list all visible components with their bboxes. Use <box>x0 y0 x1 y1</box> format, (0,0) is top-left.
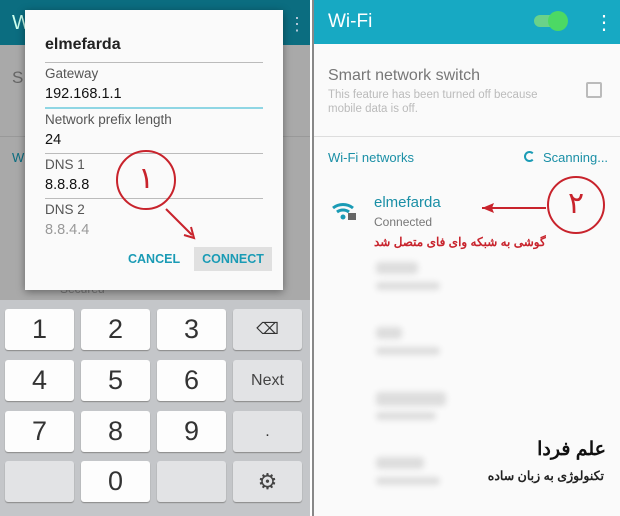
left-screen: W ⋮ S W Secured elmefarda Gateway 192.16… <box>0 0 310 516</box>
dialog-title: elmefarda <box>45 36 121 53</box>
blank-key[interactable] <box>5 461 74 502</box>
bg-item: S <box>12 68 24 87</box>
blurred-network <box>376 282 440 290</box>
dns1-label: DNS 1 <box>45 157 85 172</box>
blurred-network <box>376 327 402 339</box>
more-icon[interactable]: ⋮ <box>288 14 306 35</box>
arrow-icon <box>165 208 196 240</box>
divider <box>314 136 620 137</box>
wifi-header: Wi-Fi ⋮ <box>314 0 620 44</box>
key-5[interactable]: 5 <box>81 360 150 401</box>
watermark-subtitle: تکنولوژی به زبان ساده <box>487 469 604 483</box>
key-7[interactable]: 7 <box>5 411 74 452</box>
section-title: Wi-Fi networks <box>328 150 414 165</box>
blurred-network <box>376 412 436 420</box>
blurred-network <box>376 477 440 485</box>
right-screen: Wi-Fi ⋮ Smart network switch This featur… <box>312 0 620 516</box>
connect-button[interactable]: CONNECT <box>194 247 272 271</box>
backspace-icon: ⌫ <box>256 321 279 338</box>
numeric-keyboard: 1 2 3 ⌫ 4 5 6 Next 7 8 9 . 0 ⚙ <box>0 300 310 516</box>
key-0[interactable]: 0 <box>81 461 150 502</box>
dot-key[interactable]: . <box>233 411 302 452</box>
blurred-network <box>376 457 424 469</box>
wifi-lock-icon <box>332 203 356 220</box>
key-6[interactable]: 6 <box>157 360 226 401</box>
smart-switch-title: Smart network switch <box>328 67 481 84</box>
network-status: Connected <box>374 215 433 229</box>
gateway-label: Gateway <box>45 66 99 81</box>
header-title: Wi-Fi <box>328 11 373 32</box>
step-1-marker: ١ <box>116 150 176 210</box>
prefix-input[interactable]: 24 <box>45 132 61 148</box>
key-8[interactable]: 8 <box>81 411 150 452</box>
focus-underline <box>45 107 263 109</box>
key-2[interactable]: 2 <box>81 309 150 350</box>
dns2-input[interactable]: 8.8.4.4 <box>45 222 89 238</box>
key-4[interactable]: 4 <box>5 360 74 401</box>
annotation-text: گوشی به شبکه وای فای متصل شد <box>374 235 546 249</box>
dns1-input[interactable]: 8.8.8.8 <box>45 177 89 193</box>
arrow-icon <box>482 203 546 213</box>
dns2-label: DNS 2 <box>45 202 85 217</box>
blurred-network <box>376 262 418 274</box>
smart-switch-description: This feature has been turned off because… <box>328 89 538 115</box>
scanning-status: Scanning... <box>543 150 609 165</box>
backspace-key[interactable]: ⌫ <box>233 309 302 350</box>
key-9[interactable]: 9 <box>157 411 226 452</box>
next-key[interactable]: Next <box>233 360 302 401</box>
network-name: elmefarda <box>374 194 441 211</box>
spinner-icon <box>524 151 535 162</box>
settings-key[interactable]: ⚙ <box>233 461 302 502</box>
prefix-label: Network prefix length <box>45 112 172 127</box>
more-icon[interactable]: ⋮ <box>594 10 614 35</box>
gateway-input[interactable]: 192.168.1.1 <box>45 86 122 102</box>
blank-key[interactable] <box>157 461 226 502</box>
smart-switch-checkbox[interactable] <box>586 82 602 98</box>
divider <box>45 62 263 63</box>
wifi-toggle[interactable] <box>534 11 568 31</box>
blurred-network <box>376 392 446 406</box>
key-1[interactable]: 1 <box>5 309 74 350</box>
watermark-title: علم فردا <box>537 439 606 460</box>
step-2-marker: ٢ <box>547 176 605 234</box>
cancel-button[interactable]: CANCEL <box>128 252 180 266</box>
bg-section: W <box>12 150 25 165</box>
gear-icon: ⚙ <box>257 469 278 494</box>
ip-settings-dialog: elmefarda Gateway 192.168.1.1 Network pr… <box>25 10 283 290</box>
blurred-network <box>376 347 440 355</box>
key-3[interactable]: 3 <box>157 309 226 350</box>
